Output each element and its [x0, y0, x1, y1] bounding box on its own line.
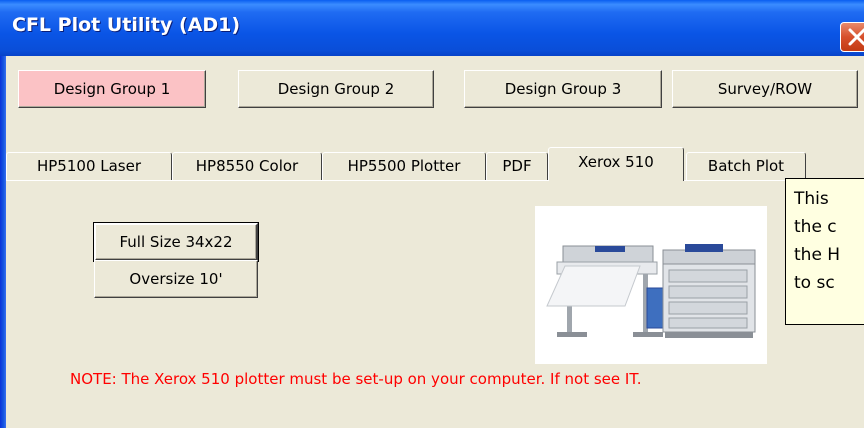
tab-xerox-510[interactable]: Xerox 510: [548, 147, 684, 181]
plot-utility-window: CFL Plot Utility (AD1) Design Group 1 De…: [0, 0, 864, 428]
design-group-1-button[interactable]: Design Group 1: [18, 70, 206, 108]
tooltip-line: This: [794, 189, 829, 209]
oversize-10-button[interactable]: Oversize 10': [94, 260, 258, 298]
full-size-34x22-button[interactable]: Full Size 34x22: [93, 222, 259, 262]
window-title: CFL Plot Utility (AD1): [12, 14, 241, 36]
tab-hp5100-laser[interactable]: HP5100 Laser: [6, 152, 172, 180]
tooltip-line: the c: [794, 217, 837, 237]
setup-note: NOTE: The Xerox 510 plotter must be set-…: [70, 370, 642, 388]
xerox-510-printer-image: [535, 206, 767, 364]
tab-batch-plot[interactable]: Batch Plot: [686, 152, 806, 180]
tab-pdf[interactable]: PDF: [486, 152, 548, 180]
design-group-2-button[interactable]: Design Group 2: [238, 70, 434, 108]
close-button[interactable]: [840, 22, 864, 52]
tab-strip-divider: [6, 180, 864, 181]
close-icon: [848, 28, 864, 46]
tab-hp5500-plotter[interactable]: HP5500 Plotter: [322, 152, 486, 180]
info-tooltip: This the c the H to sc: [785, 178, 864, 325]
tab-hp8550-color[interactable]: HP8550 Color: [172, 152, 322, 180]
tooltip-line: the H: [794, 245, 841, 265]
tooltip-line: to sc: [794, 273, 835, 293]
design-group-3-button[interactable]: Design Group 3: [464, 70, 662, 108]
title-bar[interactable]: CFL Plot Utility (AD1): [0, 0, 864, 56]
survey-row-button[interactable]: Survey/ROW: [672, 70, 858, 108]
